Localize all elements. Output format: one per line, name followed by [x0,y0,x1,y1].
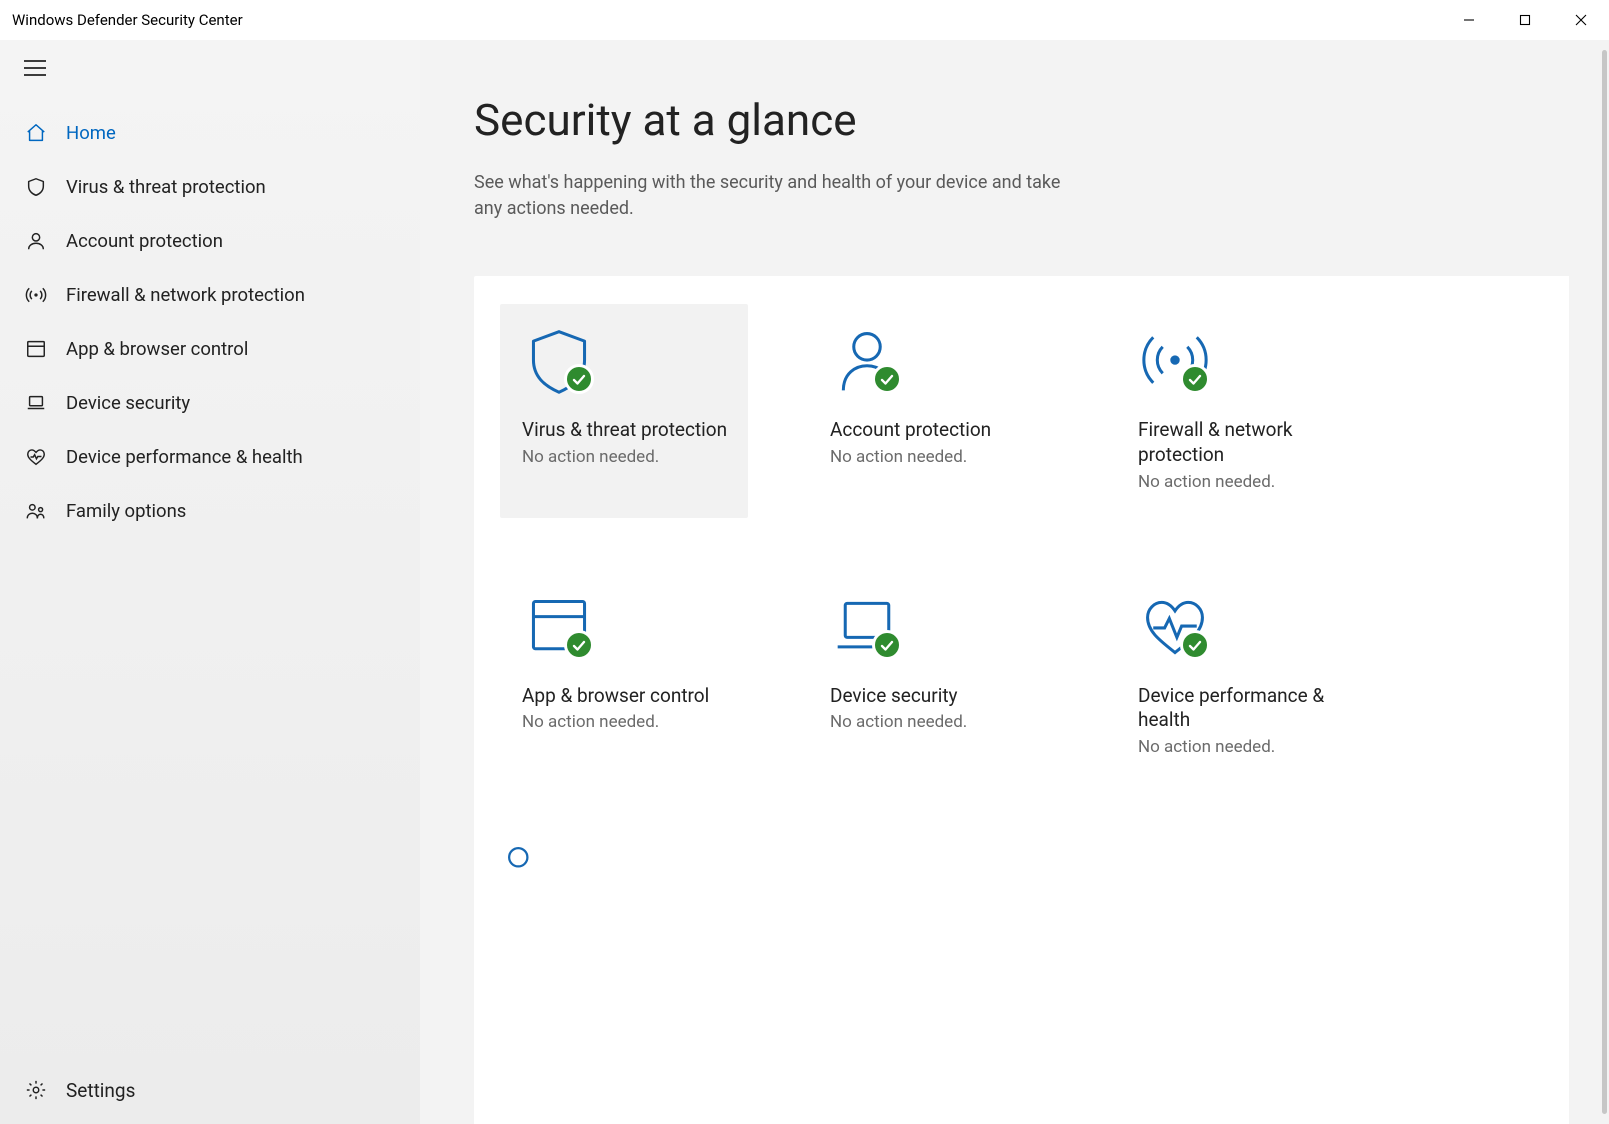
laptop-icon [830,592,910,664]
card-status: No action needed. [522,712,730,732]
sidebar-spacer [0,538,420,1060]
sidebar-item-label: App & browser control [66,338,248,360]
family-icon [24,499,48,523]
main: Security at a glance See what's happenin… [420,40,1609,1124]
sidebar-item-family[interactable]: Family options [0,484,420,538]
card-firewall-network[interactable]: Firewall & network protection No action … [1116,304,1364,517]
window-title: Windows Defender Security Center [12,11,243,29]
sidebar-item-label: Settings [66,1079,135,1102]
main-inner: Security at a glance See what's happenin… [420,40,1609,1124]
card-status: No action needed. [1138,737,1346,757]
card-title: App & browser control [522,684,730,709]
card-title: Device security [830,684,1038,709]
card-family-options-partial[interactable] [478,783,1541,883]
app-window: Windows Defender Security Center Home [0,0,1609,1124]
cards-grid: Virus & threat protection No action need… [478,304,1541,783]
nav: Home Virus & threat protection Account p… [0,106,420,538]
status-ok-badge [1180,364,1210,394]
sidebar-item-firewall[interactable]: Firewall & network protection [0,268,420,322]
sidebar: Home Virus & threat protection Account p… [0,40,420,1124]
status-ok-badge [872,364,902,394]
card-device-security[interactable]: Device security No action needed. [808,570,1056,783]
sidebar-item-label: Device performance & health [66,446,303,468]
sidebar-item-home[interactable]: Home [0,106,420,160]
maximize-button[interactable] [1497,0,1553,40]
heart-icon [1138,592,1218,664]
menu-toggle-button[interactable] [0,54,420,106]
sidebar-item-settings[interactable]: Settings [0,1060,420,1124]
card-status: No action needed. [830,712,1038,732]
sidebar-item-label: Firewall & network protection [66,284,305,306]
antenna-icon [1138,326,1218,398]
card-account-protection[interactable]: Account protection No action needed. [808,304,1056,517]
sidebar-item-account[interactable]: Account protection [0,214,420,268]
shield-icon [24,175,48,199]
card-status: No action needed. [830,447,1038,467]
page-subtitle: See what's happening with the security a… [474,170,1074,222]
laptop-icon [24,391,48,415]
card-device-performance[interactable]: Device performance & health No action ne… [1116,570,1364,783]
page-title: Security at a glance [474,94,1569,146]
heart-icon [24,445,48,469]
sidebar-item-app-browser[interactable]: App & browser control [0,322,420,376]
status-ok-badge [872,630,902,660]
sidebar-item-label: Home [66,122,116,144]
card-virus-threat[interactable]: Virus & threat protection No action need… [500,304,748,517]
sidebar-item-label: Device security [66,392,190,414]
browser-icon [522,592,602,664]
person-icon [830,326,910,398]
home-icon [24,121,48,145]
status-ok-badge [1180,630,1210,660]
status-ok-badge [564,630,594,660]
person-icon [24,229,48,253]
sidebar-item-performance[interactable]: Device performance & health [0,430,420,484]
antenna-icon [24,283,48,307]
card-app-browser[interactable]: App & browser control No action needed. [500,570,748,783]
gear-icon [24,1078,48,1102]
status-ok-badge [564,364,594,394]
card-title: Firewall & network protection [1138,418,1346,467]
sidebar-item-device-security[interactable]: Device security [0,376,420,430]
sidebar-item-virus[interactable]: Virus & threat protection [0,160,420,214]
sidebar-item-label: Account protection [66,230,223,252]
window-controls [1441,0,1609,40]
card-title: Account protection [830,418,1038,443]
card-title: Virus & threat protection [522,418,730,443]
card-title: Device performance & health [1138,684,1346,733]
close-button[interactable] [1553,0,1609,40]
card-status: No action needed. [522,447,730,467]
app-body: Home Virus & threat protection Account p… [0,40,1609,1124]
card-status: No action needed. [1138,472,1346,492]
cards-area: Virus & threat protection No action need… [474,276,1569,1124]
minimize-button[interactable] [1441,0,1497,40]
sidebar-item-label: Virus & threat protection [66,176,266,198]
browser-icon [24,337,48,361]
shield-icon [522,326,602,398]
sidebar-item-label: Family options [66,500,186,522]
titlebar: Windows Defender Security Center [0,0,1609,40]
